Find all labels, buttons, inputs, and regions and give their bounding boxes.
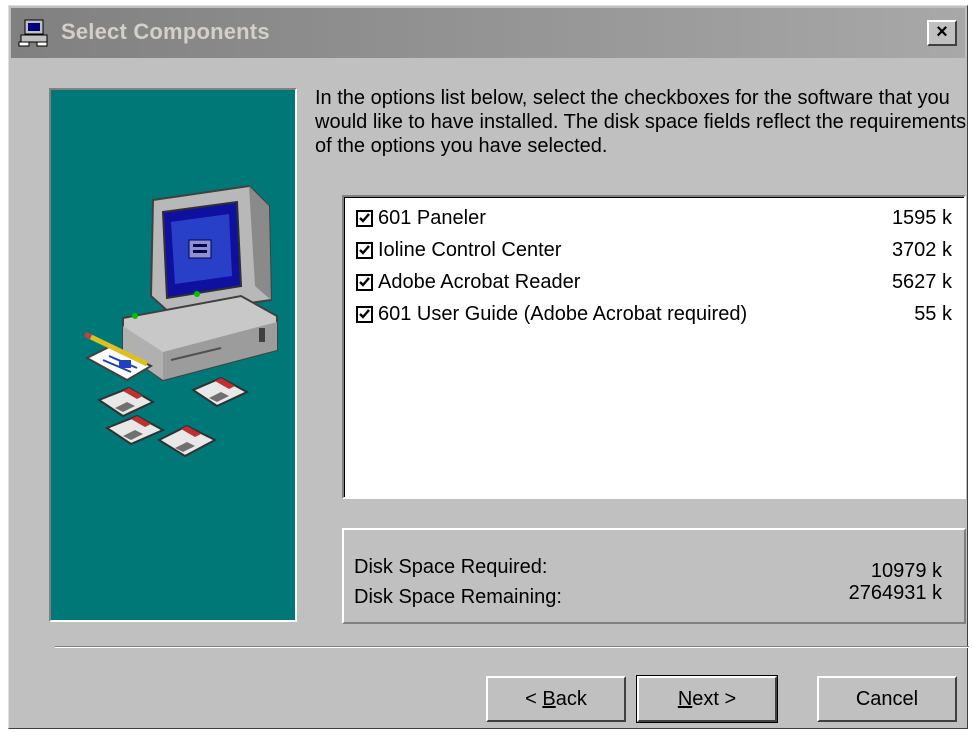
checkmark-icon [359,245,370,255]
checkmark-icon [359,309,370,319]
components-listbox[interactable]: 601 Paneler 1595 k Ioline Control Center… [342,195,966,499]
component-size: 5627 k [891,271,952,293]
next-button-label: ext > [692,688,737,710]
cancel-button[interactable]: Cancel [817,676,957,722]
instructions-text: In the options list below, select the ch… [315,87,967,157]
next-button[interactable]: Next > [636,675,778,723]
setup-computer-icon [17,18,51,48]
component-item-adobe-acrobat-reader[interactable]: Adobe Acrobat Reader 5627 k [354,269,954,299]
component-checkbox[interactable] [356,306,373,323]
back-button-accelerator: B [542,688,556,710]
component-item-ioline-control-center[interactable]: Ioline Control Center 3702 k [354,237,954,267]
disk-space-remaining-row: Disk Space Remaining: 2764931 k [354,582,942,608]
back-button-prefix: < [525,688,543,710]
window-title: Select Components [61,19,270,44]
checkmark-icon [359,277,370,287]
component-item-601-paneler[interactable]: 601 Paneler 1595 k [354,205,954,235]
setup-illustration-panel [49,88,297,622]
button-divider [55,646,969,648]
disk-space-required-value: 10979 k [870,560,942,582]
component-label: 601 Paneler [378,207,486,229]
component-label: 601 User Guide (Adobe Acrobat required) [378,303,748,325]
component-checkbox[interactable] [356,242,373,259]
title-bar: Select Components × [11,8,965,58]
component-checkbox[interactable] [356,274,373,291]
computer-with-disks-illustration [83,184,278,458]
disk-space-remaining-value: 2764931 k [848,582,942,604]
next-button-accelerator: N [677,688,693,710]
component-size: 55 k [914,303,952,325]
disk-space-remaining-label: Disk Space Remaining: [354,586,562,608]
component-checkbox[interactable] [356,210,373,227]
component-size: 3702 k [891,239,952,261]
checkmark-icon [359,213,370,223]
component-item-601-user-guide[interactable]: 601 User Guide (Adobe Acrobat required) … [354,301,954,331]
disk-space-panel: Disk Space Required: 10979 k Disk Space … [342,528,966,624]
component-size: 1595 k [891,207,952,229]
close-button[interactable]: × [927,20,957,46]
disk-space-required-label: Disk Space Required: [354,556,548,578]
component-label: Ioline Control Center [378,239,562,261]
back-button[interactable]: < Back [486,676,626,722]
disk-space-required-row: Disk Space Required: 10979 k [354,556,942,582]
select-components-dialog: Select Components × In the options list … [8,5,969,729]
back-button-label: ack [555,688,587,710]
component-label: Adobe Acrobat Reader [378,271,581,293]
